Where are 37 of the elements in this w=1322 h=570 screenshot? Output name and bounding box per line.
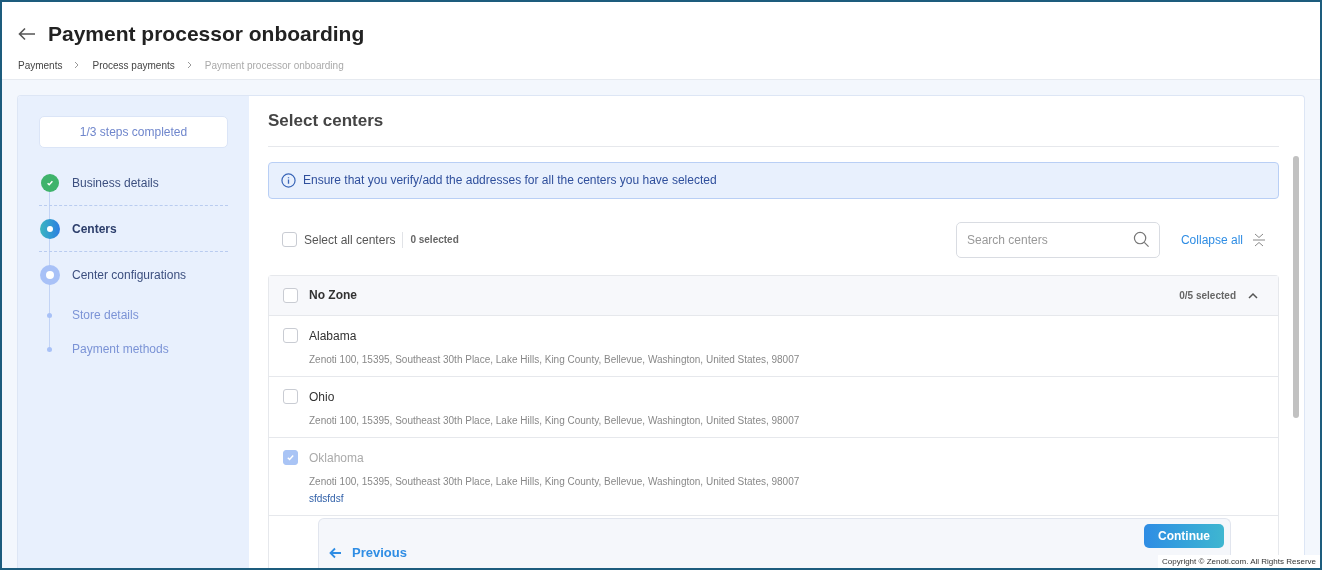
info-icon	[281, 172, 296, 188]
chevron-up-icon[interactable]	[1248, 291, 1258, 299]
checkbox[interactable]	[283, 287, 298, 303]
notice-text: Ensure that you verify/add the addresses for all the centers you have selected	[303, 172, 717, 189]
zone-selected-count: 0/5 selected	[1179, 288, 1236, 303]
step-label[interactable]: Center configurations	[72, 266, 187, 284]
checkmark-icon	[286, 453, 295, 462]
step-label[interactable]: Business details	[72, 173, 159, 192]
select-all-label[interactable]: Select all centers	[304, 230, 396, 249]
zone-header[interactable]: No Zone 0/5 selected	[269, 275, 1278, 316]
zone-name: No Zone	[309, 287, 357, 304]
center-name: Alabama	[309, 327, 357, 345]
collapse-all-button[interactable]: Collapse all	[1180, 230, 1243, 249]
checkbox[interactable]	[282, 232, 297, 247]
search-icon	[1132, 230, 1150, 248]
page-title: Payment processor onboarding	[48, 21, 365, 47]
progress-badge: 1/3 steps completed	[39, 116, 228, 148]
search-field[interactable]: Search centers	[955, 221, 1160, 258]
section-title: Select centers	[268, 111, 384, 130]
step-label[interactable]: Centers	[72, 219, 117, 238]
chevron-right-icon	[74, 61, 81, 69]
center-address: Zenoti 100, 15395, Southeast 30th Place, Lake Hills, King County, Bellevue, Washington, United States, 98007	[309, 352, 801, 366]
arrow-left-icon	[329, 546, 342, 559]
back-arrow-icon[interactable]	[18, 26, 36, 41]
chevron-right-icon	[186, 61, 193, 69]
scrollbar[interactable]	[1293, 156, 1299, 418]
breadcrumb-link[interactable]: Process payments	[92, 57, 175, 73]
breadcrumb-link[interactable]: Payments	[18, 57, 63, 73]
selected-count: 0 selected	[410, 233, 459, 247]
checkbox[interactable]	[283, 328, 298, 343]
center-name: Oklahoma	[309, 449, 364, 467]
collapse-icon[interactable]	[1253, 231, 1265, 248]
copyright-text: Copyright © Zenoti.com. All Rights Reserve	[1158, 555, 1320, 568]
checkbox[interactable]	[283, 389, 298, 404]
center-address: Zenoti 100, 15395, Southeast 30th Place, Lake Hills, King County, Bellevue, Washington, United States, 98007	[309, 474, 801, 488]
center-name: Ohio	[309, 388, 335, 406]
center-address: Zenoti 100, 15395, Southeast 30th Place, Lake Hills, King County, Bellevue, Washington, United States, 98007	[309, 413, 801, 427]
